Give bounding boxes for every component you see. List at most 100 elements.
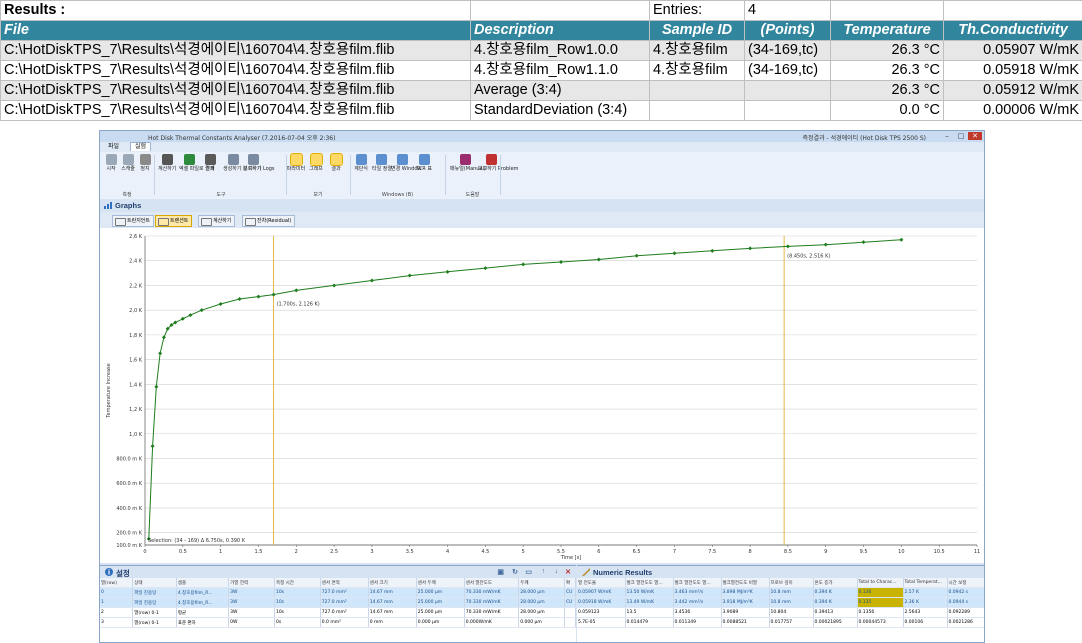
table-cell[interactable]: 0.0942 s — [947, 587, 984, 598]
table-cell[interactable]: 0 — [100, 587, 134, 598]
table-row[interactable]: 0.05918 W/mK 13.49 W/mK 3.442 mm²/s 3.918 M… — [577, 597, 984, 608]
table-cell[interactable]: 0.0021286 — [947, 617, 984, 628]
column-header[interactable]: 열(row) — [100, 578, 134, 588]
refresh-icon[interactable]: ↻ — [512, 568, 518, 576]
ribbon-button-graph[interactable]: 그래프 — [307, 153, 325, 172]
column-header[interactable]: 측정 시간 — [274, 578, 321, 588]
ribbon-button-calculator[interactable]: 계산하기 — [158, 154, 176, 172]
ribbon-button-cascade[interactable]: 계단식 — [352, 154, 370, 172]
ribbon-button-info[interactable]: 파라미터 — [286, 153, 306, 172]
table-cell[interactable]: 13.50 W/mK — [625, 587, 674, 598]
table-cell[interactable]: 727.0 mm² — [320, 587, 369, 598]
column-header[interactable]: 샘플 — [176, 578, 230, 588]
column-header[interactable]: 센서 열전도도 — [464, 578, 520, 588]
table-cell[interactable]: 파일 진용탕 — [132, 587, 177, 598]
tab-transient-selected[interactable]: 트랜션트 — [155, 215, 193, 227]
table-cell[interactable]: 표준 편차 — [176, 617, 230, 628]
table-cell[interactable]: 14.67 mm — [368, 587, 417, 598]
table-cell[interactable]: 14.67 mm — [368, 597, 417, 608]
column-header[interactable]: 벌크열전도도 비열 — [721, 578, 770, 588]
column-header[interactable]: 프로브 깊이 — [769, 578, 814, 588]
table-cell[interactable]: 3.463 mm²/s — [673, 587, 722, 598]
table-cell[interactable] — [564, 617, 576, 628]
ribbon-button-printer[interactable]: 인쇄 — [201, 154, 219, 172]
delete-icon[interactable]: ✕ — [565, 568, 571, 576]
column-header[interactable]: 두께 — [518, 578, 566, 588]
table-cell[interactable]: 5.7E-05 — [577, 617, 626, 628]
column-header[interactable]: 가열 전력 — [228, 578, 275, 588]
column-header[interactable]: 센서 두께 — [416, 578, 465, 588]
column-header[interactable]: 시간 보정 — [947, 578, 984, 588]
ribbon-button-schedule[interactable]: 스캐줄 — [120, 154, 136, 172]
move-up-icon[interactable]: ↑ — [542, 568, 546, 575]
table-cell[interactable] — [564, 607, 576, 618]
table-cell[interactable]: 25.000 µm — [416, 597, 465, 608]
table-row[interactable]: 5.7E-05 0.014479 0.011349 0.0088521 0.017757… — [577, 617, 984, 628]
table-cell[interactable]: 70.330 mW/mK — [464, 587, 520, 598]
col-header-description[interactable]: Description — [470, 20, 650, 41]
table-cell[interactable]: 14.67 mm — [368, 607, 417, 618]
table-cell[interactable]: 0.000 µm — [518, 617, 566, 628]
table-cell[interactable]: 13.49 W/mK — [625, 597, 674, 608]
table-cell[interactable]: 10.804 — [769, 607, 814, 618]
column-header[interactable]: 벌크 열전도도 열... — [673, 578, 722, 588]
column-header[interactable]: 열 전도율 — [577, 578, 626, 588]
table-cell[interactable]: 10.8 mm — [769, 597, 814, 608]
table-cell[interactable]: 0.017757 — [769, 617, 814, 628]
table-cell[interactable]: 4.창호용film_R... — [176, 587, 230, 598]
table-row[interactable]: 3 열(row) 0-1 표준 편차 0W 0s 0.0 mm² 0 mm 0.000 µm 0… — [100, 617, 576, 628]
table-cell[interactable]: 평균 — [176, 607, 230, 618]
ribbon-button-report[interactable]: 생성하기 보고하기 — [223, 154, 261, 172]
table-cell[interactable]: 28.000 µm — [518, 607, 566, 618]
table-row[interactable]: 1 파일 진용탕 4.창호용film_R... 3W 10s 727.0 mm² 14.67… — [100, 597, 576, 608]
tab-calculate[interactable]: 계산하기 — [198, 215, 236, 227]
table-cell[interactable]: 0.011349 — [673, 617, 722, 628]
column-header[interactable]: 확 — [564, 578, 576, 588]
table-cell[interactable]: 0.0944 s — [947, 597, 984, 608]
folder-icon[interactable]: ▭ — [525, 568, 532, 576]
menu-experiment[interactable]: 실험 — [130, 142, 152, 151]
table-cell[interactable]: 70.330 mW/mK — [464, 597, 520, 608]
ribbon-button-excel[interactable]: 엑셀 파일로 결과 — [179, 154, 214, 172]
table-cell[interactable]: 0.014479 — [625, 617, 674, 628]
table-cell[interactable]: 0.092289 — [947, 607, 984, 618]
table-cell[interactable]: 열(row) 0-1 — [132, 607, 177, 618]
table-cell[interactable]: 1 — [100, 597, 134, 608]
ribbon-button-stop[interactable]: 정지 — [138, 154, 152, 172]
col-header-temperature[interactable]: Temperature — [830, 20, 944, 41]
ribbon-button-book[interactable]: 매뉴얼(Manual) — [450, 154, 486, 172]
table-cell[interactable]: 0s — [274, 617, 321, 628]
table-cell[interactable]: 4.창호용film_R... — [176, 597, 230, 608]
temperature-chart[interactable]: 100.0 m K200.0 m K400.0 m K600.0 m K800.… — [100, 228, 984, 563]
table-cell[interactable]: 0.394 K — [813, 597, 858, 608]
column-header[interactable]: 상태 — [132, 578, 177, 588]
close-icon[interactable]: ✕ — [968, 132, 982, 140]
entries-label[interactable]: Entries: — [649, 0, 745, 21]
table-cell[interactable]: 0.00021895 — [813, 617, 858, 628]
table-cell[interactable]: 0.0 mm² — [320, 617, 369, 628]
table-cell[interactable]: 0.05918 W/mK — [577, 597, 626, 608]
table-row[interactable]: 2 열(row) 0-1 평균 3W 10s 727.0 mm² 14.67 mm 25.00… — [100, 607, 576, 618]
transient-plot[interactable]: 100.0 m K 200.0 m K 400.0 m K 600.0 m K 800.… — [100, 228, 984, 563]
move-down-icon[interactable]: ↓ — [555, 568, 559, 575]
table-cell[interactable]: 28.000 µm — [518, 597, 566, 608]
table-cell[interactable]: 0.000W/mK — [464, 617, 520, 628]
table-cell[interactable]: 2.5643 — [903, 607, 948, 618]
tab-transient[interactable]: 트란지언트 — [112, 215, 155, 227]
col-header-points[interactable]: (Points) — [744, 20, 831, 41]
ribbon-button-window[interactable]: 변경 Window — [391, 154, 422, 172]
column-header[interactable]: Total Temperat... — [903, 578, 948, 588]
results-title[interactable]: Results : — [0, 0, 471, 21]
table-cell[interactable]: 0.05907 W/mK — [577, 587, 626, 598]
table-row[interactable]: 0.059123 13.5 3.4536 3.9089 10.804 0.39413 0.1… — [577, 607, 984, 618]
maximize-icon[interactable]: □ — [954, 132, 968, 140]
minimize-icon[interactable]: – — [940, 132, 954, 140]
table-cell[interactable]: 10s — [274, 597, 321, 608]
table-cell[interactable]: 3 — [100, 617, 134, 628]
table-cell[interactable]: 0W — [228, 617, 275, 628]
table-cell[interactable]: 2.57 K — [903, 587, 948, 598]
table-cell[interactable]: 727.0 mm² — [320, 597, 369, 608]
table-cell[interactable]: 2.36 K — [903, 597, 948, 608]
table-cell[interactable]: CU — [564, 587, 576, 598]
ribbon-button-tcr[interactable]: TCR 표 — [415, 154, 433, 172]
